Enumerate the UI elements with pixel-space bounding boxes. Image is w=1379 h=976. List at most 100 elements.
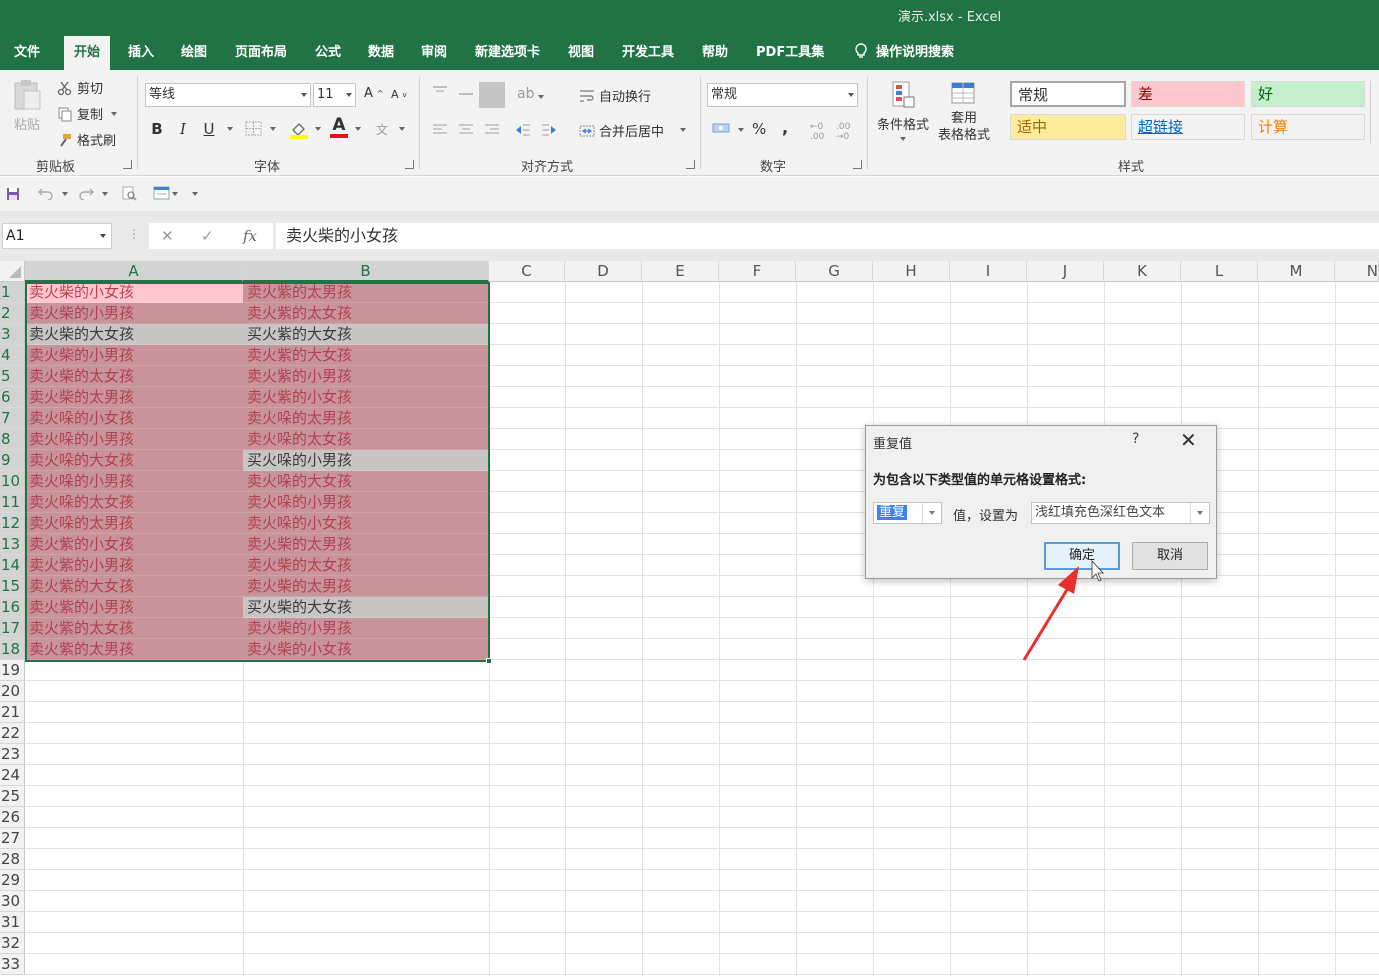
bold-button[interactable]: B: [146, 118, 168, 140]
row-header[interactable]: 18: [0, 639, 25, 660]
row-header[interactable]: 30: [0, 891, 25, 912]
row-header[interactable]: 20: [0, 681, 25, 702]
cell-b13[interactable]: 卖火柴的太男孩: [243, 534, 489, 555]
row-header[interactable]: 5: [0, 366, 25, 387]
cell-a9[interactable]: 卖火哚的大女孩: [25, 450, 243, 471]
number-format-combo[interactable]: 常规: [707, 83, 858, 107]
row-header[interactable]: 6: [0, 387, 25, 408]
undo-dropdown-icon[interactable]: [62, 192, 68, 196]
fill-color-icon[interactable]: [289, 120, 309, 140]
cell-a13[interactable]: 卖火紫的小女孩: [25, 534, 243, 555]
styles-scroll[interactable]: [1370, 81, 1379, 143]
font-launcher-icon[interactable]: [405, 160, 414, 169]
row-header[interactable]: 1: [0, 282, 25, 303]
row-header[interactable]: 27: [0, 828, 25, 849]
tab-view[interactable]: 视图: [558, 36, 604, 70]
cell-a15[interactable]: 卖火紫的大女孩: [25, 576, 243, 597]
row-header[interactable]: 4: [0, 345, 25, 366]
alignment-launcher-icon[interactable]: [686, 160, 695, 169]
row-header[interactable]: 28: [0, 849, 25, 870]
style-neutral[interactable]: 适中: [1010, 114, 1126, 140]
column-header[interactable]: K: [1104, 261, 1181, 282]
cell-b8[interactable]: 卖火哚的太女孩: [243, 429, 489, 450]
cell-a3[interactable]: 卖火柴的大女孩: [25, 324, 243, 345]
row-header[interactable]: 9: [0, 450, 25, 471]
formula-input[interactable]: 卖火柴的小女孩: [276, 223, 1379, 249]
phonetic-dropdown-icon[interactable]: [399, 127, 405, 131]
cell-b15[interactable]: 卖火柴的太男孩: [243, 576, 489, 597]
style-good[interactable]: 好: [1251, 81, 1365, 107]
tab-help[interactable]: 帮助: [692, 36, 738, 70]
italic-button[interactable]: I: [172, 118, 194, 140]
cell-b10[interactable]: 卖火哚的大女孩: [243, 471, 489, 492]
wrap-text-button[interactable]: 自动换行: [579, 86, 651, 105]
tell-me-search[interactable]: 操作说明搜索: [844, 36, 964, 70]
select-all-button[interactable]: [0, 261, 25, 282]
cell-b4[interactable]: 卖火紫的大女孩: [243, 345, 489, 366]
column-header[interactable]: D: [565, 261, 642, 282]
underline-button[interactable]: U: [198, 118, 220, 140]
tab-draw[interactable]: 绘图: [171, 36, 217, 70]
cell-b2[interactable]: 卖火紫的太女孩: [243, 303, 489, 324]
column-header[interactable]: B: [243, 261, 489, 282]
align-left-icon[interactable]: [432, 123, 448, 137]
row-header[interactable]: 7: [0, 408, 25, 429]
cell-b12[interactable]: 卖火哚的小女孩: [243, 513, 489, 534]
row-header[interactable]: 32: [0, 933, 25, 954]
shrink-font-button[interactable]: Av: [391, 88, 407, 101]
grow-font-button[interactable]: A ^: [364, 86, 384, 101]
column-header[interactable]: G: [796, 261, 873, 282]
cell-b1[interactable]: 卖火紫的太男孩: [243, 282, 489, 303]
cell-a6[interactable]: 卖火柴的太男孩: [25, 387, 243, 408]
borders-dropdown-icon[interactable]: [270, 127, 276, 131]
cell-a10[interactable]: 卖火哚的小男孩: [25, 471, 243, 492]
increase-decimal-button[interactable]: ←0.00: [810, 122, 824, 142]
column-header[interactable]: J: [1027, 261, 1104, 282]
format-as-table-button[interactable]: 套用 表格格式: [938, 80, 990, 144]
cancel-icon[interactable]: ✕: [161, 227, 174, 245]
row-header[interactable]: 8: [0, 429, 25, 450]
phonetic-button[interactable]: 文: [376, 121, 388, 138]
font-name-combo[interactable]: 等线: [145, 83, 311, 107]
ok-button[interactable]: 确定: [1044, 542, 1120, 570]
row-header[interactable]: 14: [0, 555, 25, 576]
row-header[interactable]: 22: [0, 723, 25, 744]
redo-dropdown-icon[interactable]: [102, 192, 108, 196]
style-calculation[interactable]: 计算: [1251, 114, 1365, 140]
align-right-icon[interactable]: [484, 123, 500, 137]
column-header[interactable]: H: [873, 261, 950, 282]
align-middle-icon[interactable]: [458, 87, 474, 101]
save-icon[interactable]: [6, 187, 20, 201]
help-icon[interactable]: ?: [1132, 431, 1139, 447]
row-header[interactable]: 16: [0, 597, 25, 618]
more-dots-icon[interactable]: ⋮: [128, 227, 140, 241]
cell-a18[interactable]: 卖火紫的太男孩: [25, 639, 243, 660]
row-header[interactable]: 26: [0, 807, 25, 828]
decrease-indent-icon[interactable]: [515, 123, 531, 137]
number-launcher-icon[interactable]: [853, 160, 862, 169]
cell-a14[interactable]: 卖火紫的小男孩: [25, 555, 243, 576]
row-header[interactable]: 12: [0, 513, 25, 534]
tab-new[interactable]: 新建选项卡: [465, 36, 550, 70]
name-box[interactable]: A1: [2, 223, 112, 249]
style-hyperlink[interactable]: 超链接: [1131, 114, 1245, 140]
row-header[interactable]: 15: [0, 576, 25, 597]
cell-a2[interactable]: 卖火柴的小男孩: [25, 303, 243, 324]
tab-file[interactable]: 文件: [4, 36, 50, 70]
cell-b16[interactable]: 买火柴的大女孩: [243, 597, 489, 618]
tab-home[interactable]: 开始: [64, 36, 111, 71]
cell-b7[interactable]: 卖火哚的太男孩: [243, 408, 489, 429]
format-painter-button[interactable]: 格式刷: [57, 130, 116, 149]
format-select[interactable]: 浅红填充色深红色文本: [1031, 502, 1210, 524]
check-icon[interactable]: ✓: [201, 227, 214, 245]
form-icon[interactable]: [153, 185, 171, 201]
cell-b6[interactable]: 卖火紫的小女孩: [243, 387, 489, 408]
tab-review[interactable]: 审阅: [411, 36, 457, 70]
clipboard-launcher-icon[interactable]: [123, 160, 132, 169]
customize-qat-icon[interactable]: [192, 192, 198, 196]
undo-icon[interactable]: [38, 186, 54, 200]
column-header[interactable]: I: [950, 261, 1027, 282]
merge-center-button[interactable]: 合并后居中: [579, 121, 664, 140]
orientation-dropdown-icon[interactable]: [538, 95, 544, 99]
align-bottom-icon[interactable]: [479, 82, 505, 108]
